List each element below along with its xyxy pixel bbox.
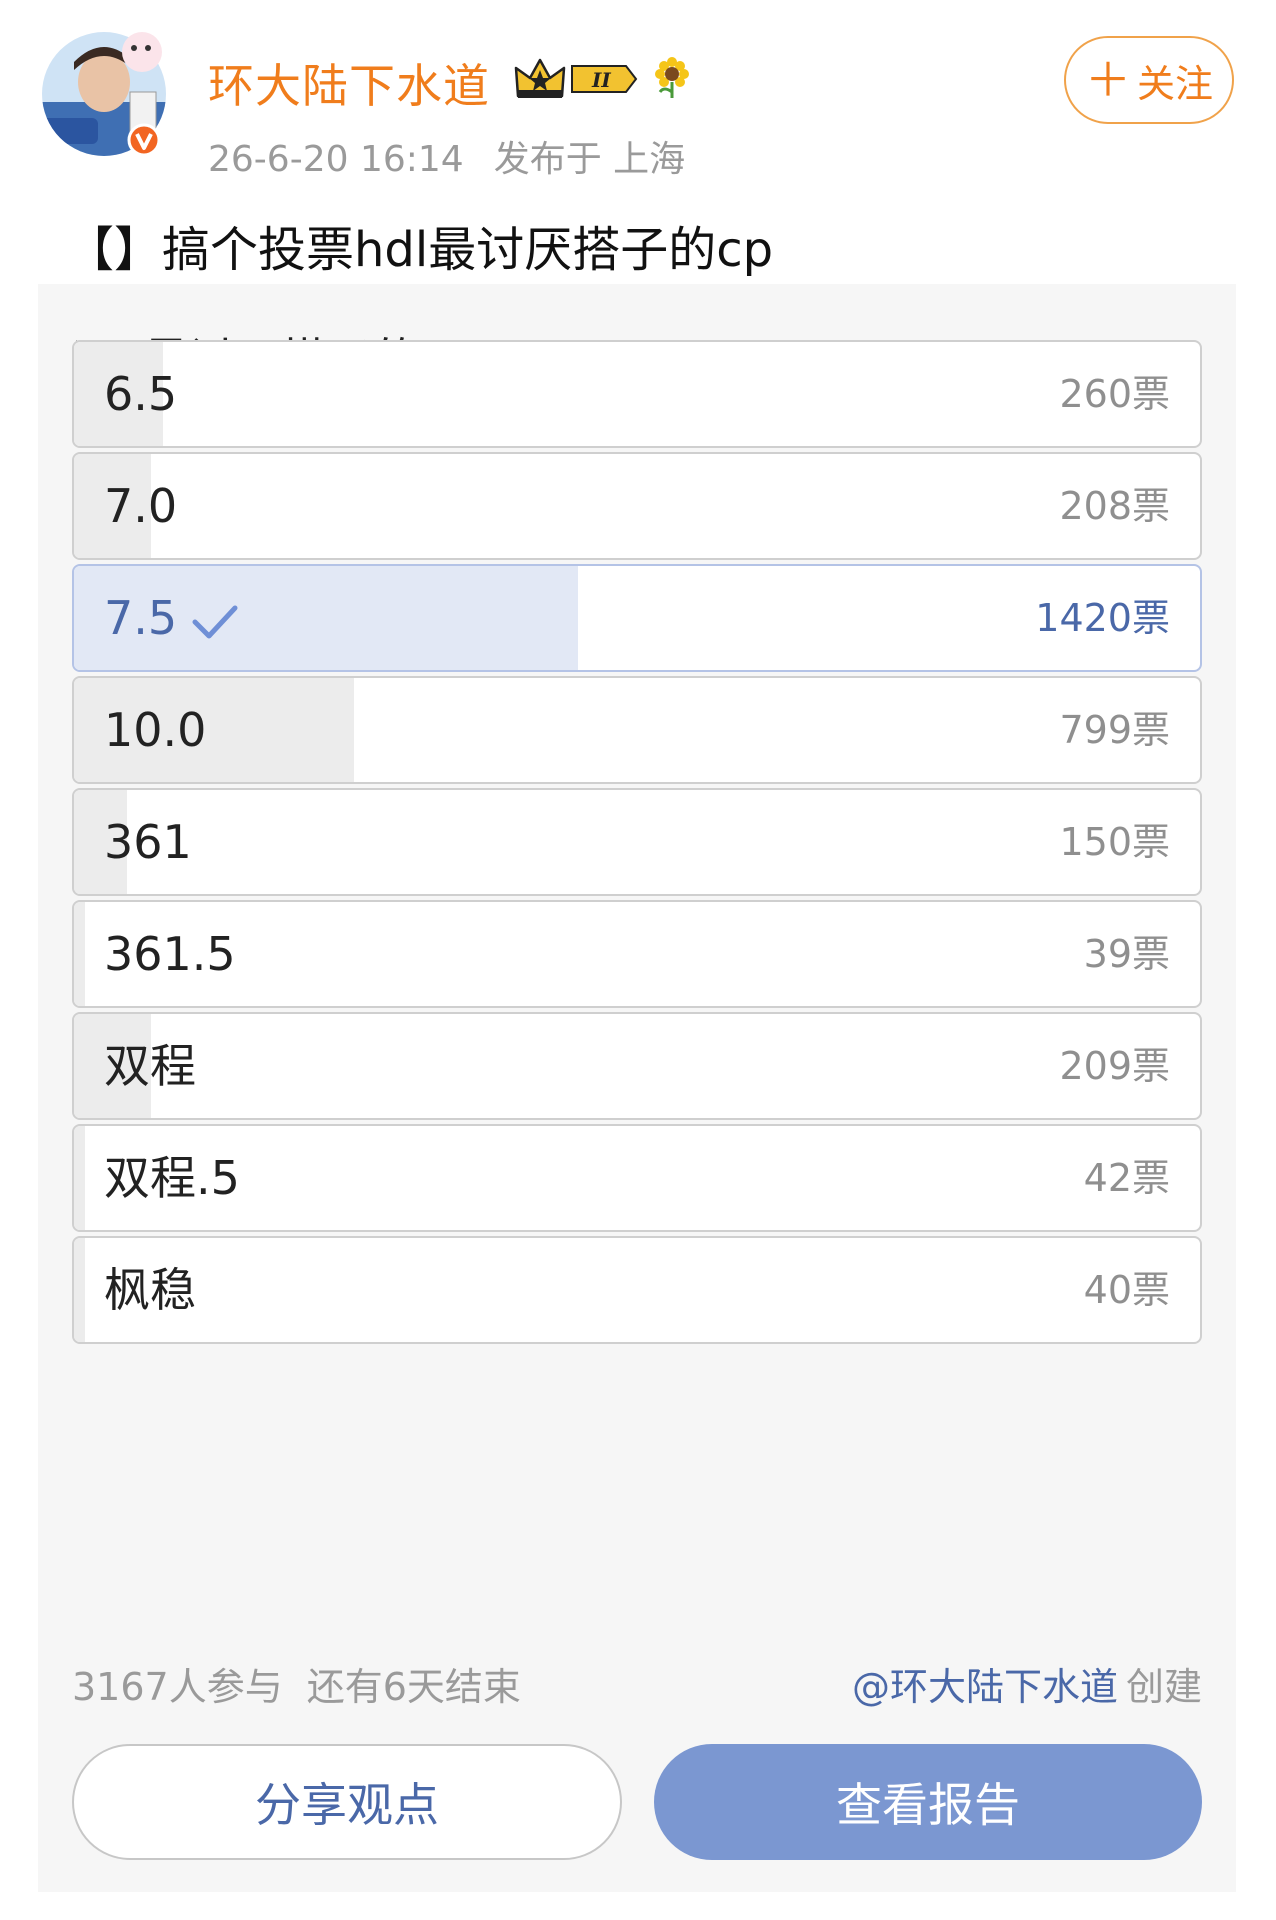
poll-option-label: 双程 <box>104 1014 196 1118</box>
sunflower-icon <box>650 56 694 100</box>
poll-option-votes: 150票 <box>1059 820 1170 864</box>
poll-option[interactable]: 双程.5 42票 <box>72 1124 1202 1232</box>
share-opinion-button[interactable]: 分享观点 <box>72 1744 622 1860</box>
post-timestamp: 26-6-20 16:14 <box>208 139 464 180</box>
post-text: 【】搞个投票hdl最讨厌搭子的cp <box>66 222 774 278</box>
poll-option-text: 枫稳 <box>104 1263 196 1317</box>
poll-option[interactable]: 361.5 39票 <box>72 900 1202 1008</box>
poll-option-text: 10.0 <box>104 703 207 757</box>
poll-option[interactable]: 10.0 799票 <box>72 676 1202 784</box>
follow-label: 关注 <box>1136 61 1213 106</box>
poll-option-text: 7.5 <box>104 591 178 645</box>
svg-text:II: II <box>591 68 611 92</box>
poll-option-votes: 1420票 <box>1035 596 1170 640</box>
poll-option[interactable]: 361 150票 <box>72 788 1202 896</box>
poll-option-text: 361.5 <box>104 927 236 981</box>
poll-option-votes: 40票 <box>1083 1268 1170 1312</box>
poll-option-label: 枫稳 <box>104 1238 196 1342</box>
poll-option-label: 双程.5 <box>104 1126 240 1230</box>
poll-option-text: 双程 <box>104 1039 196 1093</box>
poll-option-text: 361 <box>104 815 192 869</box>
poll-option-votes: 260票 <box>1059 372 1170 416</box>
poll-option-votes: 39票 <box>1083 932 1170 976</box>
poll-card: hdl最讨厌搭子的cp 6.5260票7.0208票7.51420票10.079… <box>38 284 1236 1892</box>
poll-option-label: 361 <box>104 790 192 894</box>
view-report-button[interactable]: 查看报告 <box>654 1744 1202 1860</box>
poll-creator-link[interactable]: @环大陆下水道 <box>852 1665 1118 1709</box>
poll-option-fill <box>74 1238 86 1342</box>
follow-button[interactable]: ＋关注 <box>1064 36 1234 124</box>
poll-option-votes: 799票 <box>1059 708 1170 752</box>
poll-option-fill <box>74 902 86 1006</box>
poll-created-suffix: 创建 <box>1125 1665 1202 1709</box>
poll-option-label: 7.0 <box>104 454 177 558</box>
poll-option-text: 6.5 <box>104 367 178 421</box>
poll-remaining: 还有6天结束 <box>306 1665 521 1709</box>
poll-option-votes: 208票 <box>1059 484 1170 528</box>
poll-option-label: 10.0 <box>104 678 206 782</box>
plus-icon: ＋ <box>1084 53 1131 107</box>
username[interactable]: 环大陆下水道 <box>208 50 490 116</box>
poll-option-text: 7.0 <box>104 479 178 533</box>
post-meta: 26-6-20 16:14 发布于 上海 <box>208 130 685 182</box>
poll-option-label: 7.5 <box>104 566 239 670</box>
poll-option-text: 双程.5 <box>104 1151 240 1205</box>
poll-option[interactable]: 6.5 260票 <box>72 340 1202 448</box>
poll-option-label: 361.5 <box>104 902 236 1006</box>
poll-option-votes: 42票 <box>1083 1156 1170 1200</box>
poll-creator: @环大陆下水道 创建 <box>852 1656 1202 1711</box>
crown-badge-icon[interactable]: II <box>512 56 638 102</box>
poll-option-votes: 209票 <box>1059 1044 1170 1088</box>
avatar[interactable] <box>34 22 174 162</box>
poll-option-label: 6.5 <box>104 342 177 446</box>
check-icon <box>192 605 238 638</box>
post-location: 发布于 上海 <box>493 139 686 180</box>
poll-option[interactable]: 7.5 1420票 <box>72 564 1202 672</box>
poll-option-fill <box>74 1126 86 1230</box>
poll-option[interactable]: 枫稳 40票 <box>72 1236 1202 1344</box>
poll-participants: 3167人参与 <box>72 1665 283 1709</box>
poll-stats: 3167人参与 还有6天结束 <box>72 1656 521 1711</box>
poll-option[interactable]: 7.0 208票 <box>72 452 1202 560</box>
poll-option[interactable]: 双程 209票 <box>72 1012 1202 1120</box>
